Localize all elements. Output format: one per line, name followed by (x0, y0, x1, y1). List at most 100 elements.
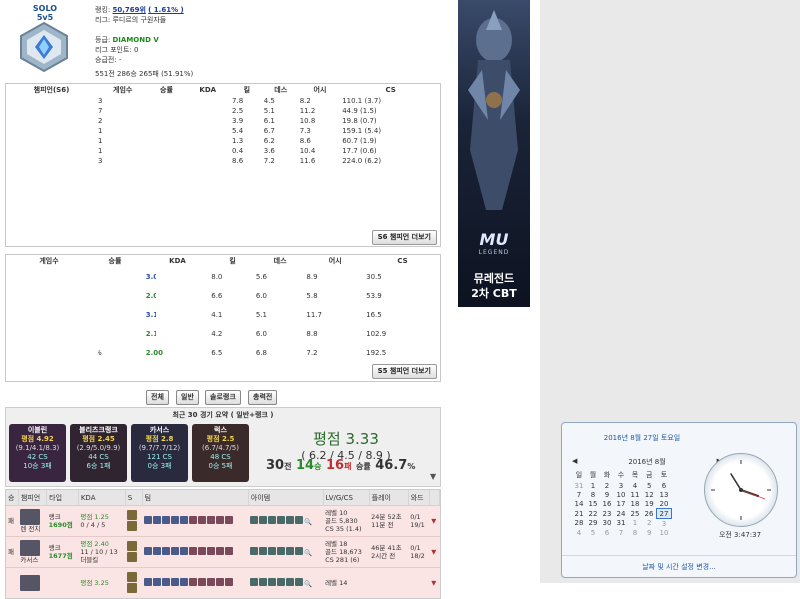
item-icon[interactable] (259, 547, 268, 555)
calendar-day[interactable]: 11 (628, 490, 642, 499)
item-icon[interactable] (259, 516, 268, 524)
calendar-day[interactable]: 17 (614, 499, 628, 509)
team-champion-icon[interactable] (153, 547, 162, 555)
calendar-day[interactable]: 8 (628, 528, 642, 537)
s6-more-button[interactable]: S6 챔피언 더보기 (371, 230, 437, 245)
team-champion-icon[interactable] (189, 547, 198, 555)
calendar-day[interactable]: 10 (614, 490, 628, 499)
calendar-day[interactable]: 21 (572, 509, 586, 519)
team-champion-icon[interactable] (189, 578, 198, 586)
calendar-day[interactable]: 16 (600, 499, 614, 509)
calendar-day[interactable]: 4 (628, 481, 642, 490)
mu-legend-ad[interactable]: MU LEGEND 뮤레전드 2차 CBT (458, 0, 530, 307)
s6-col-header[interactable]: 게임수 (97, 84, 149, 96)
team-champion-icon[interactable] (225, 516, 234, 524)
match-row[interactable]: 패렌 전치 랭크 1690점 평점 1.25 0 / 4 / 5 🔍 레벨 10 골드 5,8… (6, 505, 440, 537)
team-champion-icon[interactable] (207, 578, 216, 586)
rank-link[interactable]: 50,769위 (112, 6, 145, 14)
team-champion-icon[interactable] (225, 547, 234, 555)
team-champion-icon[interactable] (144, 516, 153, 524)
calendar-day[interactable]: 6 (657, 481, 672, 490)
calendar-day[interactable]: 1 (628, 519, 642, 529)
team-champion-icon[interactable] (225, 578, 234, 586)
calendar-day[interactable]: 31 (572, 481, 586, 490)
s5-col-header[interactable]: CS (365, 255, 440, 267)
s6-col-header[interactable]: 승률 (148, 84, 184, 96)
match-col-header[interactable]: 승 (6, 490, 19, 506)
calendar-day[interactable]: 22 (586, 509, 600, 519)
filter-solo-rank-button[interactable]: 솔로랭크 (205, 390, 241, 405)
team-champion-icon[interactable] (198, 547, 207, 555)
calendar-day[interactable]: 30 (600, 519, 614, 529)
s5-more-button[interactable]: S5 챔피언 더보기 (371, 364, 437, 379)
item-icon[interactable] (259, 578, 268, 586)
calendar-day[interactable]: 12 (642, 490, 657, 499)
team-champion-icon[interactable] (180, 516, 189, 524)
s6-col-header[interactable]: CS (341, 84, 440, 96)
calendar-day[interactable]: 9 (600, 490, 614, 499)
item-icon[interactable] (295, 547, 304, 555)
team-champion-icon[interactable] (216, 547, 225, 555)
team-champion-icon[interactable] (171, 516, 180, 524)
filter-team-button[interactable]: 총력전 (248, 390, 278, 405)
team-champion-icon[interactable] (207, 547, 216, 555)
calendar-day[interactable]: 20 (657, 499, 672, 509)
s6-col-header[interactable]: 킬 (231, 84, 263, 96)
team-champion-icon[interactable] (171, 578, 180, 586)
calendar-day[interactable]: 26 (642, 509, 657, 519)
calendar-day[interactable]: 6 (600, 528, 614, 537)
s6-col-header[interactable]: 챔피언(S6) (6, 84, 97, 96)
champion-card[interactable]: 이블린 평점 4.92 (9.1/4.1/8.3) 42 CS 10승 3패 (9, 424, 66, 482)
item-icon[interactable] (268, 578, 277, 586)
s6-col-header[interactable]: KDA (184, 84, 231, 96)
item-icon[interactable] (277, 578, 286, 586)
match-col-header[interactable]: S (125, 490, 143, 506)
s6-col-header[interactable]: 데스 (263, 84, 299, 96)
team-champion-icon[interactable] (144, 578, 153, 586)
calendar-day[interactable]: 4 (572, 528, 586, 537)
calendar-day[interactable]: 27 (656, 508, 672, 519)
calendar-day[interactable]: 7 (614, 528, 628, 537)
item-icon[interactable] (277, 547, 286, 555)
calendar-day[interactable]: 15 (586, 499, 600, 509)
s5-col-header[interactable]: 킬 (210, 255, 255, 267)
item-icon[interactable] (268, 547, 277, 555)
item-icon[interactable] (250, 516, 259, 524)
filter-all-button[interactable]: 전체 (146, 390, 169, 405)
item-icon[interactable] (295, 578, 304, 586)
item-icon[interactable] (286, 516, 295, 524)
expand-arrow-icon[interactable]: ▼ (429, 536, 440, 568)
s5-col-header[interactable]: 승률 (85, 255, 145, 267)
calendar-day[interactable]: 3 (614, 481, 628, 490)
calendar-day[interactable]: 13 (657, 490, 672, 499)
match-col-header[interactable]: 챔피언 (18, 490, 48, 506)
s5-col-header[interactable]: KDA (145, 255, 210, 267)
s5-col-header[interactable] (6, 255, 13, 267)
team-champion-icon[interactable] (180, 547, 189, 555)
team-champion-icon[interactable] (162, 547, 171, 555)
team-champion-icon[interactable] (198, 516, 207, 524)
s5-col-header[interactable]: 데스 (255, 255, 306, 267)
team-champion-icon[interactable] (153, 516, 162, 524)
search-icon[interactable]: 🔍 (304, 549, 312, 557)
team-champion-icon[interactable] (162, 578, 171, 586)
item-icon[interactable] (277, 516, 286, 524)
match-col-header[interactable]: 팀 (142, 490, 249, 506)
champion-card[interactable]: 럭스 평점 2.5 (6.7/4.7/5) 48 CS 0승 5패 (192, 424, 249, 482)
calendar-day[interactable]: 8 (586, 490, 600, 499)
team-champion-icon[interactable] (207, 516, 216, 524)
calendar-day[interactable]: 18 (628, 499, 642, 509)
calendar-day[interactable]: 19 (642, 499, 657, 509)
filter-normal-button[interactable]: 일반 (176, 390, 199, 405)
calendar-day[interactable]: 3 (657, 519, 672, 529)
champion-card[interactable]: 카서스 평점 2.8 (9.7/7.7/12) 121 CS 0승 3패 (131, 424, 188, 482)
calendar-day[interactable]: 5 (586, 528, 600, 537)
match-col-header[interactable]: 플레이 (369, 490, 409, 506)
calendar-day[interactable]: 25 (628, 509, 642, 519)
team-champion-icon[interactable] (162, 516, 171, 524)
date-header-link[interactable]: 2016년 8월 27일 토요일 (562, 433, 722, 443)
search-icon[interactable]: 🔍 (304, 518, 312, 526)
team-champion-icon[interactable] (198, 578, 207, 586)
match-row[interactable]: 패 카서스 랭크 1677점 평점 2.40 11 / 10 / 13 더블킬 🔍 레벨 18 골… (6, 536, 440, 568)
calendar-day[interactable]: 23 (600, 509, 614, 519)
